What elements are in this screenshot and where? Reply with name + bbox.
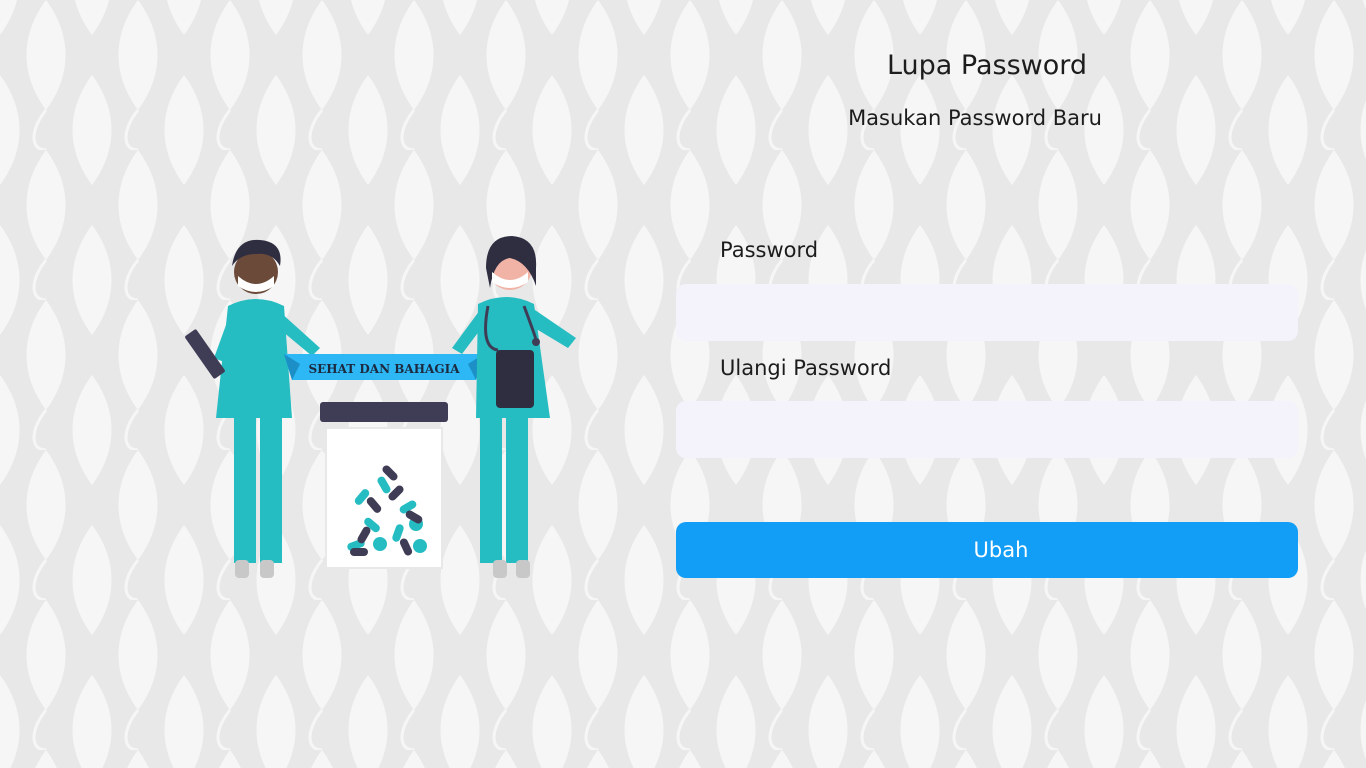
password-input[interactable]	[676, 284, 1298, 341]
pill-jar	[320, 402, 448, 569]
confirm-password-input[interactable]	[676, 401, 1298, 458]
right-worker-figure	[452, 236, 576, 578]
page-subtitle: Masukan Password Baru	[848, 106, 1102, 130]
page-title: Lupa Password	[886, 50, 1088, 81]
confirm-password-label: Ulangi Password	[720, 356, 892, 380]
banner-text: SEHAT DAN BAHAGIA	[308, 362, 460, 376]
health-workers-illustration: SEHAT DAN BAHAGIA	[185, 236, 576, 578]
submit-button[interactable]: Ubah	[676, 522, 1298, 578]
password-label: Password	[720, 238, 819, 262]
left-worker-figure	[185, 239, 320, 578]
banner: SEHAT DAN BAHAGIA	[284, 354, 484, 380]
